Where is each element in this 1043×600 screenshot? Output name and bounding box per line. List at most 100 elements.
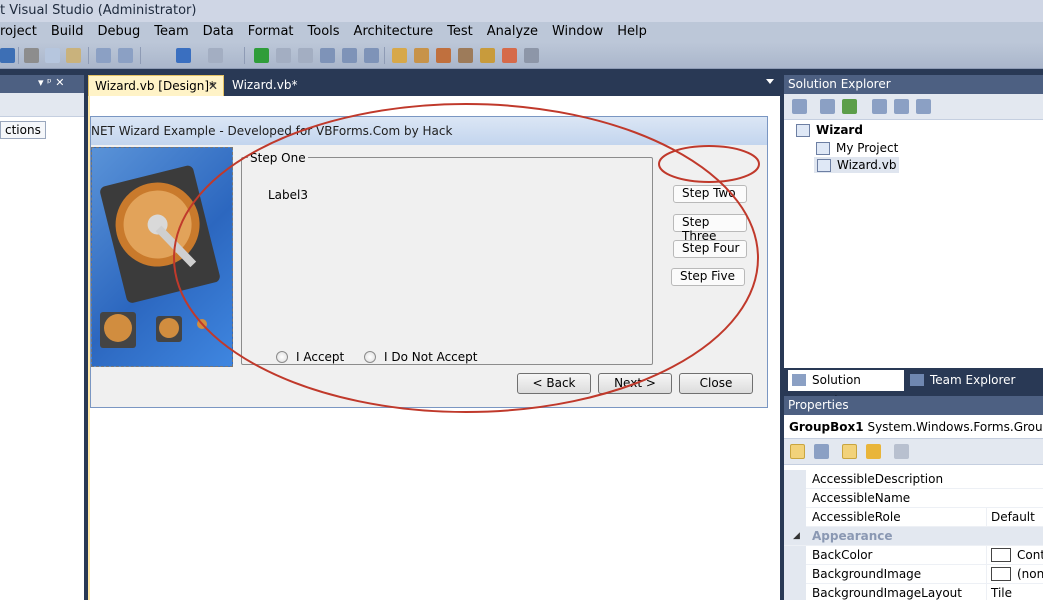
step-two-button[interactable]: Step Two — [673, 185, 747, 203]
alphabetical-icon[interactable] — [814, 444, 829, 459]
paste-icon[interactable] — [66, 48, 81, 63]
form-file-icon — [817, 158, 831, 172]
panel-pin-close-icon[interactable]: ▾ ᵖ ✕ — [38, 76, 64, 89]
find-icon[interactable] — [392, 48, 407, 63]
property-category[interactable]: ◢ Appearance — [784, 527, 1043, 546]
menu-format[interactable]: Format — [248, 24, 294, 39]
tab-wizard-design[interactable]: Wizard.vb [Design]* ✕ — [88, 75, 224, 96]
menu-build[interactable]: Build — [51, 24, 84, 39]
menu-architecture[interactable]: Architecture — [354, 24, 434, 39]
step-three-button[interactable]: Step Three — [673, 214, 747, 243]
property-row[interactable]: AccessibleDescription — [784, 470, 1043, 489]
panel-header: ▾ ᵖ ✕ — [0, 75, 84, 93]
stop-icon[interactable] — [298, 48, 313, 63]
menu-debug[interactable]: Debug — [98, 24, 141, 39]
property-value[interactable]: Cont — [986, 546, 1043, 565]
form-title: NET Wizard Example - Developed for VBFor… — [91, 117, 767, 145]
property-name: BackgroundImage — [812, 567, 922, 581]
object-selector[interactable]: GroupBox1 System.Windows.Forms.GroupBox — [784, 415, 1043, 439]
form-designer-surface: NET Wizard Example - Developed for VBFor… — [88, 96, 780, 600]
step-five-button[interactable]: Step Five — [671, 268, 745, 286]
menu-team[interactable]: Team — [154, 24, 188, 39]
properties-view-icon[interactable] — [842, 444, 857, 459]
hard-drive-picture[interactable] — [91, 147, 233, 367]
categorized-icon[interactable] — [790, 444, 805, 459]
command-window-icon[interactable] — [524, 48, 539, 63]
data-connections-node[interactable]: ctions — [0, 121, 46, 139]
start-debug-icon[interactable] — [254, 48, 269, 63]
toolbar-separator — [18, 47, 19, 64]
menu-project[interactable]: roject — [0, 24, 37, 39]
redo-icon[interactable] — [208, 48, 223, 63]
property-row[interactable]: BackgroundImageLayout Tile — [784, 584, 1043, 600]
image-swatch — [991, 567, 1011, 581]
property-row[interactable]: AccessibleRole Default — [784, 508, 1043, 527]
step-four-button[interactable]: Step Four — [673, 240, 747, 258]
object-browser-icon[interactable] — [480, 48, 495, 63]
pause-icon[interactable] — [276, 48, 291, 63]
class-diagram-icon[interactable] — [916, 99, 931, 114]
row-gutter — [784, 508, 806, 527]
wizard-form[interactable]: NET Wizard Example - Developed for VBFor… — [90, 116, 768, 408]
category-label: Appearance — [812, 529, 893, 543]
property-value[interactable]: Tile — [986, 584, 1043, 600]
property-value[interactable]: (none — [986, 565, 1043, 584]
tab-wizard-code[interactable]: Wizard.vb* — [226, 75, 303, 96]
properties-icon[interactable] — [436, 48, 451, 63]
events-icon[interactable] — [866, 444, 881, 459]
view-code-icon[interactable] — [872, 99, 887, 114]
collapse-icon[interactable]: ◢ — [793, 527, 800, 546]
label3: Label3 — [268, 188, 309, 202]
undo-icon[interactable] — [176, 48, 191, 63]
refresh-icon[interactable] — [842, 99, 857, 114]
tab-team-explorer[interactable]: Team Explorer — [906, 370, 1026, 391]
uncomment-icon[interactable] — [118, 48, 133, 63]
next-button[interactable]: Next > — [598, 373, 672, 394]
menu-analyze[interactable]: Analyze — [487, 24, 538, 39]
close-icon[interactable]: ✕ — [208, 76, 218, 97]
object-type: System.Windows.Forms.GroupBox — [867, 420, 1043, 434]
properties-icon[interactable] — [792, 99, 807, 114]
menu-window[interactable]: Window — [552, 24, 603, 39]
tab-solution-explorer[interactable]: Solution Explorer — [788, 370, 904, 408]
property-row[interactable]: BackgroundImage (none — [784, 565, 1043, 584]
menu-data[interactable]: Data — [203, 24, 234, 39]
radio-accept[interactable]: I Accept — [276, 350, 344, 364]
tab-dropdown-icon[interactable] — [766, 79, 774, 84]
properties-toolbar — [784, 439, 1043, 465]
view-designer-icon[interactable] — [894, 99, 909, 114]
tree-item-project[interactable]: Wizard — [796, 123, 863, 137]
menu-tools[interactable]: Tools — [308, 24, 340, 39]
tree-item-wizard-vb[interactable]: Wizard.vb — [814, 157, 900, 173]
cut-icon[interactable] — [24, 48, 39, 63]
back-button[interactable]: < Back — [517, 373, 591, 394]
object-name: GroupBox1 — [789, 420, 864, 434]
radio-circle — [364, 351, 376, 363]
menu-test[interactable]: Test — [447, 24, 473, 39]
tree-item-my-project[interactable]: My Project — [816, 141, 898, 155]
my-project-icon — [816, 141, 830, 155]
toolbox-icon[interactable] — [458, 48, 473, 63]
step-into-icon[interactable] — [320, 48, 335, 63]
copy-icon[interactable] — [45, 48, 60, 63]
radio-decline[interactable]: I Do Not Accept — [364, 350, 478, 364]
tab-label: Team Explorer — [930, 373, 1016, 387]
close-button[interactable]: Close — [679, 373, 753, 394]
step-out-icon[interactable] — [364, 48, 379, 63]
groupbox-step-one[interactable]: Step One Label3 I Accept I Do Not Accept — [241, 151, 653, 365]
row-gutter — [784, 584, 806, 600]
property-pages-icon[interactable] — [894, 444, 909, 459]
solution-explorer-icon[interactable] — [414, 48, 429, 63]
menu-help[interactable]: Help — [617, 24, 647, 39]
property-row[interactable]: BackColor Cont — [784, 546, 1043, 565]
comment-icon[interactable] — [96, 48, 111, 63]
document-tabs: Wizard.vb [Design]* ✕ Wizard.vb* — [88, 75, 780, 96]
error-list-icon[interactable] — [502, 48, 517, 63]
property-value[interactable]: Default — [986, 508, 1043, 527]
property-row[interactable]: AccessibleName — [784, 489, 1043, 508]
show-all-files-icon[interactable] — [820, 99, 835, 114]
panel-toolbar — [0, 93, 84, 117]
row-gutter — [784, 489, 806, 508]
save-all-icon[interactable] — [0, 48, 15, 63]
step-over-icon[interactable] — [342, 48, 357, 63]
